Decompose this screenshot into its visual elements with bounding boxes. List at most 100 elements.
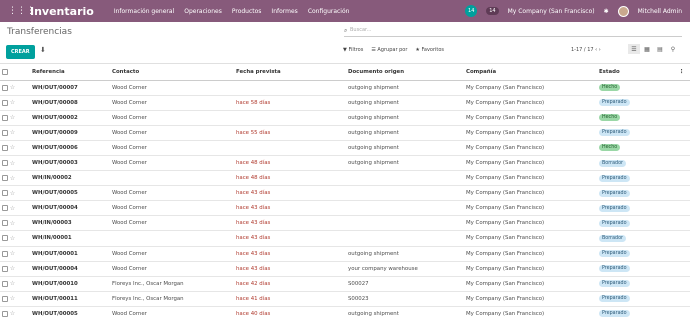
menu-item-operations[interactable]: Operaciones [184, 8, 222, 15]
cell-source-document[interactable]: outgoing shipment [346, 306, 464, 317]
row-checkbox[interactable]: ☆ [0, 185, 30, 202]
cell-company[interactable]: My Company (San Francisco) [464, 95, 597, 111]
cell-contact[interactable]: Wood Corner [110, 200, 234, 217]
star-icon[interactable]: ☆ [10, 280, 15, 287]
cell-status[interactable]: Hecho [597, 110, 677, 126]
cell-status[interactable]: Preparado [597, 200, 677, 217]
cell-status[interactable]: Hecho [597, 140, 677, 156]
cell-reference[interactable]: WH/OUT/00005 [30, 185, 110, 202]
group-by-button[interactable]: ☰ Agrupar por [371, 47, 407, 53]
row-checkbox[interactable]: ☆ [0, 291, 30, 307]
create-button[interactable]: CREAR [6, 45, 35, 59]
table-row[interactable]: ☆ WH/IN/00003 Wood Corner hace 43 días My Co… [0, 215, 690, 232]
cell-contact[interactable]: Wood Corner [110, 125, 234, 141]
table-row[interactable]: ☆ WH/OUT/00004 Wood Corner hace 43 días your… [0, 261, 690, 277]
table-row[interactable]: ☆ WH/OUT/00011 Floreys Inc., Oscar Morgan h… [0, 291, 690, 307]
favorites-button[interactable]: ★ Favoritos [415, 47, 444, 53]
cell-contact[interactable]: Wood Corner [110, 246, 234, 262]
cell-company[interactable]: My Company (San Francisco) [464, 246, 597, 262]
cell-scheduled-date[interactable] [234, 140, 346, 156]
menu-item-reports[interactable]: Informes [271, 8, 297, 15]
optional-columns-icon[interactable]: ⋮ [677, 64, 690, 81]
header-reference[interactable]: Referencia [30, 64, 110, 81]
cell-company[interactable]: My Company (San Francisco) [464, 125, 597, 141]
table-row[interactable]: ☆ WH/OUT/00005 Wood Corner hace 43 días My C… [0, 185, 690, 202]
cell-source-document[interactable] [346, 200, 464, 217]
row-checkbox[interactable]: ☆ [0, 170, 30, 187]
table-row[interactable]: ☆ WH/OUT/00004 Wood Corner hace 43 días My C… [0, 200, 690, 217]
cell-scheduled-date[interactable]: hace 43 días [234, 215, 346, 232]
cell-reference[interactable]: WH/OUT/00011 [30, 291, 110, 307]
star-icon[interactable]: ☆ [10, 99, 15, 106]
cell-reference[interactable]: WH/OUT/00005 [30, 306, 110, 317]
filters-button[interactable]: ▼ Filtros [343, 47, 363, 53]
header-contact[interactable]: Contacto [110, 64, 234, 81]
cell-scheduled-date[interactable]: hace 48 días [234, 170, 346, 187]
row-checkbox[interactable]: ☆ [0, 306, 30, 317]
star-icon[interactable]: ☆ [10, 295, 15, 302]
cell-reference[interactable]: WH/OUT/00009 [30, 125, 110, 141]
row-checkbox[interactable]: ☆ [0, 215, 30, 232]
cell-scheduled-date[interactable]: hace 48 días [234, 155, 346, 172]
row-checkbox[interactable]: ☆ [0, 276, 30, 292]
cell-contact[interactable]: Wood Corner [110, 95, 234, 111]
cell-scheduled-date[interactable] [234, 80, 346, 96]
star-icon[interactable]: ☆ [10, 144, 15, 151]
cell-scheduled-date[interactable]: hace 43 días [234, 200, 346, 217]
cell-status[interactable]: Preparado [597, 276, 677, 292]
row-checkbox[interactable]: ☆ [0, 155, 30, 172]
list-view-icon[interactable]: ☰ [628, 44, 640, 54]
cell-source-document[interactable] [346, 185, 464, 202]
cell-status[interactable]: Borrador [597, 230, 677, 247]
cell-company[interactable]: My Company (San Francisco) [464, 261, 597, 277]
row-checkbox[interactable]: ☆ [0, 246, 30, 262]
cell-contact[interactable]: Wood Corner [110, 140, 234, 156]
table-row[interactable]: ☆ WH/OUT/00001 Wood Corner hace 43 días outg… [0, 246, 690, 262]
table-row[interactable]: ☆ WH/OUT/00005 Wood Corner hace 40 días outg… [0, 306, 690, 317]
cell-status[interactable]: Preparado [597, 306, 677, 317]
cell-source-document[interactable] [346, 230, 464, 247]
cell-status[interactable]: Preparado [597, 95, 677, 111]
cell-reference[interactable]: WH/OUT/00004 [30, 200, 110, 217]
cell-status[interactable]: Preparado [597, 261, 677, 277]
cell-scheduled-date[interactable]: hace 40 días [234, 306, 346, 317]
app-name[interactable]: Inventario [30, 5, 94, 18]
download-icon[interactable]: ⬇ [40, 46, 46, 54]
table-row[interactable]: ☆ WH/OUT/00002 Wood Corner outgoing shipmen… [0, 110, 690, 126]
star-icon[interactable]: ☆ [10, 235, 15, 242]
table-row[interactable]: ☆ WH/IN/00001 hace 43 días My Company (San … [0, 230, 690, 247]
star-icon[interactable]: ☆ [10, 84, 15, 91]
cell-source-document[interactable]: outgoing shipment [346, 95, 464, 111]
star-icon[interactable]: ☆ [10, 205, 15, 212]
cell-status[interactable]: Hecho [597, 80, 677, 96]
cell-source-document[interactable]: outgoing shipment [346, 140, 464, 156]
cell-company[interactable]: My Company (San Francisco) [464, 215, 597, 232]
star-icon[interactable]: ☆ [10, 160, 15, 167]
cell-reference[interactable]: WH/IN/00003 [30, 215, 110, 232]
row-checkbox[interactable]: ☆ [0, 200, 30, 217]
header-company[interactable]: Compañía [464, 64, 597, 81]
cell-reference[interactable]: WH/OUT/00010 [30, 276, 110, 292]
cell-company[interactable]: My Company (San Francisco) [464, 155, 597, 172]
table-row[interactable]: ☆ WH/OUT/00006 Wood Corner outgoing shipmen… [0, 140, 690, 156]
cell-company[interactable]: My Company (San Francisco) [464, 185, 597, 202]
cell-reference[interactable]: WH/OUT/00003 [30, 155, 110, 172]
table-row[interactable]: ☆ WH/OUT/00007 Wood Corner outgoing shipmen… [0, 80, 690, 96]
table-row[interactable]: ☆ WH/OUT/00008 Wood Corner hace 58 días outg… [0, 95, 690, 111]
cell-contact[interactable] [110, 170, 234, 187]
pager-value[interactable]: 1-17 / 17 [571, 47, 594, 53]
cell-company[interactable]: My Company (San Francisco) [464, 170, 597, 187]
cell-source-document[interactable] [346, 215, 464, 232]
cell-contact[interactable]: Wood Corner [110, 110, 234, 126]
cell-source-document[interactable] [346, 170, 464, 187]
star-icon[interactable]: ☆ [10, 175, 15, 182]
header-status[interactable]: Estado [597, 64, 677, 81]
cell-source-document[interactable]: outgoing shipment [346, 125, 464, 141]
star-icon[interactable]: ☆ [10, 114, 15, 121]
kanban-view-icon[interactable]: ▦ [641, 44, 653, 54]
cell-company[interactable]: My Company (San Francisco) [464, 110, 597, 126]
menu-item-products[interactable]: Productos [232, 8, 262, 15]
cell-source-document[interactable]: S00023 [346, 291, 464, 307]
cell-company[interactable]: My Company (San Francisco) [464, 200, 597, 217]
apps-icon[interactable]: ⋮⋮⋮ [8, 6, 35, 16]
